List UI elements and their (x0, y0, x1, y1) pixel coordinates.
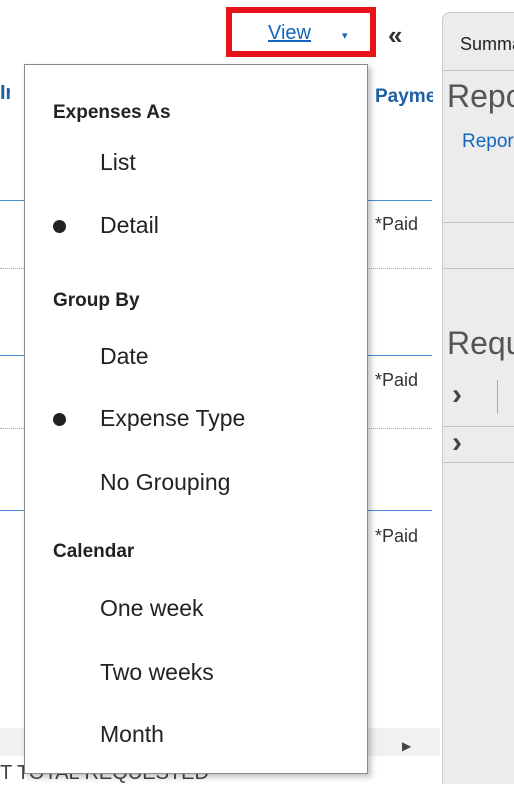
section-group-by: Group By (53, 290, 140, 311)
menu-item-one-week[interactable]: One week (100, 595, 204, 622)
scroll-right-icon[interactable]: ▶ (402, 739, 411, 753)
highlight-box (226, 7, 376, 57)
panel-divider (443, 462, 514, 463)
tab-summary[interactable]: Summary (460, 34, 514, 55)
section-calendar: Calendar (53, 541, 135, 562)
menu-item-list[interactable]: List (100, 149, 136, 176)
payment-cell: *Paid (375, 370, 419, 390)
view-dropdown-menu: Expenses As List Detail Group By Date Ex… (24, 64, 368, 774)
section-expenses-as: Expenses As (53, 102, 171, 123)
chevron-right-icon[interactable]: › (452, 378, 462, 412)
payment-cell: *Paid (375, 214, 419, 234)
panel-divider (443, 70, 514, 71)
menu-item-two-weeks[interactable]: Two weeks (100, 659, 214, 686)
menu-item-month[interactable]: Month (100, 721, 164, 748)
menu-item-expense-type[interactable]: Expense Type (100, 405, 245, 432)
collapse-panel-icon[interactable]: « (388, 20, 402, 51)
column-header-payment[interactable]: Payment (375, 86, 433, 108)
chevron-right-icon[interactable]: › (452, 426, 462, 460)
requested-title: Requested (447, 325, 514, 361)
payment-cell: *Paid (375, 526, 419, 546)
menu-item-detail[interactable]: Detail (100, 212, 159, 239)
menu-item-no-grouping[interactable]: No Grouping (100, 469, 230, 496)
selected-bullet-icon (53, 413, 66, 426)
separator (497, 380, 498, 414)
selected-bullet-icon (53, 220, 66, 233)
report-title: Report (447, 78, 514, 114)
panel-divider (443, 268, 514, 269)
column-header-partial[interactable]: Ir (0, 82, 10, 105)
panel-divider (443, 222, 514, 223)
report-link[interactable]: Report (462, 131, 514, 153)
menu-item-date[interactable]: Date (100, 343, 149, 370)
